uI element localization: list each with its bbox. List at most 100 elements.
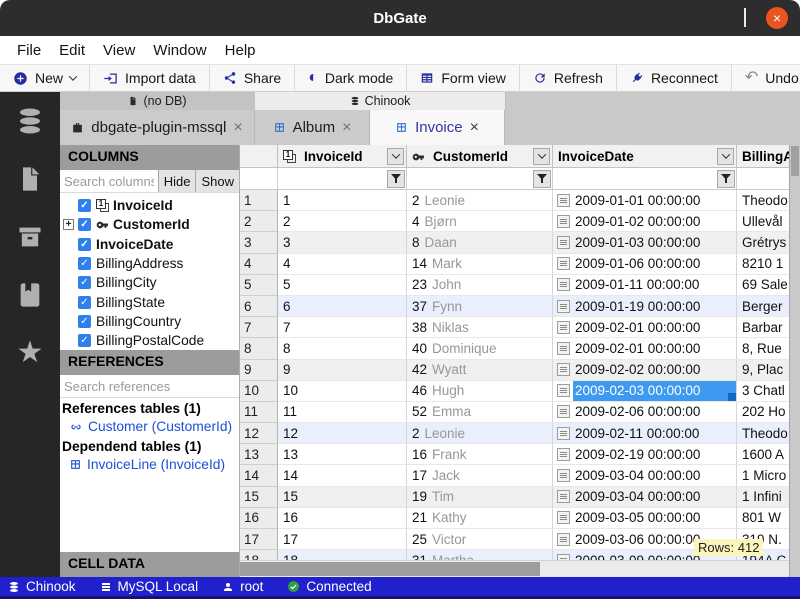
row-number-cell[interactable]: 8	[240, 338, 278, 359]
favorites-nav-icon[interactable]: ★	[13, 336, 47, 370]
row-number-cell[interactable]: 17	[240, 529, 278, 550]
cell-invoiceid[interactable]: 4	[278, 254, 407, 275]
cell-customerid[interactable]: 17Jack	[407, 465, 553, 486]
column-item[interactable]: ✓BillingCity	[60, 273, 239, 292]
share-button[interactable]: Share	[210, 65, 295, 91]
checkbox-checked-icon[interactable]: ✓	[78, 334, 91, 347]
cell-customerid[interactable]: 4Bjørn	[407, 211, 553, 232]
row-number-cell[interactable]: 10	[240, 381, 278, 402]
cell-customerid[interactable]: 2Leonie	[407, 423, 553, 444]
cell-customerid[interactable]: 42Wyatt	[407, 360, 553, 381]
show-button[interactable]: Show	[195, 170, 239, 192]
vertical-scrollbar-thumb[interactable]	[791, 146, 799, 176]
column-item[interactable]: ✓BillingState	[60, 292, 239, 311]
cell-invoicedate[interactable]: 2009-01-11 00:00:00	[553, 275, 737, 296]
status-user[interactable]: root	[222, 579, 263, 594]
filter-button[interactable]	[717, 170, 735, 188]
cell-invoicedate[interactable]: 2009-02-06 00:00:00	[553, 402, 737, 423]
selection-handle[interactable]	[728, 393, 736, 401]
cell-customerid[interactable]: 21Kathy	[407, 508, 553, 529]
checkbox-checked-icon[interactable]: ✓	[78, 238, 91, 251]
filter-button[interactable]	[387, 170, 405, 188]
cell-invoiceid[interactable]: 7	[278, 317, 407, 338]
reconnect-button[interactable]: Reconnect	[617, 65, 732, 91]
cell-invoiceid[interactable]: 14	[278, 465, 407, 486]
cell-invoiceid[interactable]: 5	[278, 275, 407, 296]
column-header-invoiceid[interactable]: 1InvoiceId	[278, 145, 407, 168]
row-number-cell[interactable]: 5	[240, 275, 278, 296]
row-number-cell[interactable]: 4	[240, 254, 278, 275]
dark-mode-button[interactable]: ◐ Dark mode	[295, 65, 407, 91]
reference-link-customer[interactable]: Customer (CustomerId)	[60, 417, 239, 436]
cell-invoicedate[interactable]: 2009-01-06 00:00:00	[553, 254, 737, 275]
menu-edit[interactable]: Edit	[50, 42, 94, 59]
row-number-cell[interactable]: 11	[240, 402, 278, 423]
dependent-link-invoiceline[interactable]: InvoiceLine (InvoiceId)	[60, 455, 239, 474]
undo-button[interactable]: ↶ Undo	[732, 65, 800, 91]
cell-invoicedate[interactable]: 2009-02-03 00:00:00	[553, 381, 737, 402]
cell-invoicedate[interactable]: 2009-03-04 00:00:00	[553, 487, 737, 508]
cell-invoiceid[interactable]: 15	[278, 487, 407, 508]
row-number-cell[interactable]: 2	[240, 211, 278, 232]
column-dropdown-button[interactable]	[387, 148, 404, 165]
cell-invoicedate[interactable]: 2009-01-03 00:00:00	[553, 232, 737, 253]
row-number-cell[interactable]: 7	[240, 317, 278, 338]
cell-invoicedate[interactable]: 2009-02-01 00:00:00	[553, 338, 737, 359]
menu-view[interactable]: View	[94, 42, 144, 59]
menu-help[interactable]: Help	[216, 42, 265, 59]
filter-input-customerid[interactable]	[407, 168, 532, 189]
menu-window[interactable]: Window	[144, 42, 215, 59]
tab-album[interactable]: Album ×	[255, 110, 370, 145]
cell-invoicedate[interactable]: 2009-01-01 00:00:00	[553, 190, 737, 211]
close-tab-icon[interactable]: ×	[470, 120, 479, 136]
cell-customerid[interactable]: 14Mark	[407, 254, 553, 275]
cell-invoiceid[interactable]: 2	[278, 211, 407, 232]
close-button[interactable]: ×	[766, 7, 788, 29]
row-number-cell[interactable]: 12	[240, 423, 278, 444]
cell-customerid[interactable]: 19Tim	[407, 487, 553, 508]
cell-customerid[interactable]: 31Martha	[407, 550, 553, 560]
cell-invoicedate[interactable]: 2009-02-01 00:00:00	[553, 317, 737, 338]
cell-customerid[interactable]: 2Leonie	[407, 190, 553, 211]
checkbox-checked-icon[interactable]: ✓	[78, 218, 91, 231]
tab-invoice[interactable]: Invoice ×	[370, 110, 505, 145]
cell-customerid[interactable]: 25Victor	[407, 529, 553, 550]
cell-invoiceid[interactable]: 11	[278, 402, 407, 423]
cell-customerid[interactable]: 52Emma	[407, 402, 553, 423]
form-view-button[interactable]: Form view	[407, 65, 520, 91]
row-number-cell[interactable]: 16	[240, 508, 278, 529]
cell-invoiceid[interactable]: 6	[278, 296, 407, 317]
row-number-cell[interactable]: 13	[240, 444, 278, 465]
filter-input-invoiceid[interactable]	[278, 168, 386, 189]
book-nav-icon[interactable]	[13, 278, 47, 312]
cell-invoicedate[interactable]: 2009-01-19 00:00:00	[553, 296, 737, 317]
cell-customerid[interactable]: 8Daan	[407, 232, 553, 253]
cell-invoiceid[interactable]: 16	[278, 508, 407, 529]
cell-customerid[interactable]: 16Frank	[407, 444, 553, 465]
cell-invoiceid[interactable]: 13	[278, 444, 407, 465]
refresh-button[interactable]: Refresh	[520, 65, 617, 91]
column-item[interactable]: +✓CustomerId	[60, 215, 239, 234]
status-connection[interactable]: MySQL Local	[100, 579, 199, 594]
cell-invoiceid[interactable]: 8	[278, 338, 407, 359]
maximize-button[interactable]	[744, 9, 746, 27]
cell-invoiceid[interactable]: 10	[278, 381, 407, 402]
column-dropdown-button[interactable]	[533, 148, 550, 165]
menu-file[interactable]: File	[8, 42, 50, 59]
cell-invoiceid[interactable]: 18	[278, 550, 407, 560]
column-item[interactable]: ✓BillingPostalCode	[60, 331, 239, 350]
filter-input-invoicedate[interactable]	[553, 168, 716, 189]
cell-invoicedate[interactable]: 2009-02-02 00:00:00	[553, 360, 737, 381]
checkbox-checked-icon[interactable]: ✓	[78, 296, 91, 309]
search-columns-input[interactable]	[60, 170, 158, 192]
cell-invoiceid[interactable]: 3	[278, 232, 407, 253]
row-number-cell[interactable]: 1	[240, 190, 278, 211]
files-nav-icon[interactable]	[13, 162, 47, 196]
cell-customerid[interactable]: 38Niklas	[407, 317, 553, 338]
column-header-invoicedate[interactable]: InvoiceDate	[553, 145, 737, 168]
column-item[interactable]: ✓1InvoiceId	[60, 196, 239, 215]
import-data-button[interactable]: Import data	[90, 65, 210, 91]
horizontal-scrollbar-thumb[interactable]	[240, 562, 540, 576]
cell-customerid[interactable]: 23John	[407, 275, 553, 296]
cell-invoicedate[interactable]: 2009-02-19 00:00:00	[553, 444, 737, 465]
